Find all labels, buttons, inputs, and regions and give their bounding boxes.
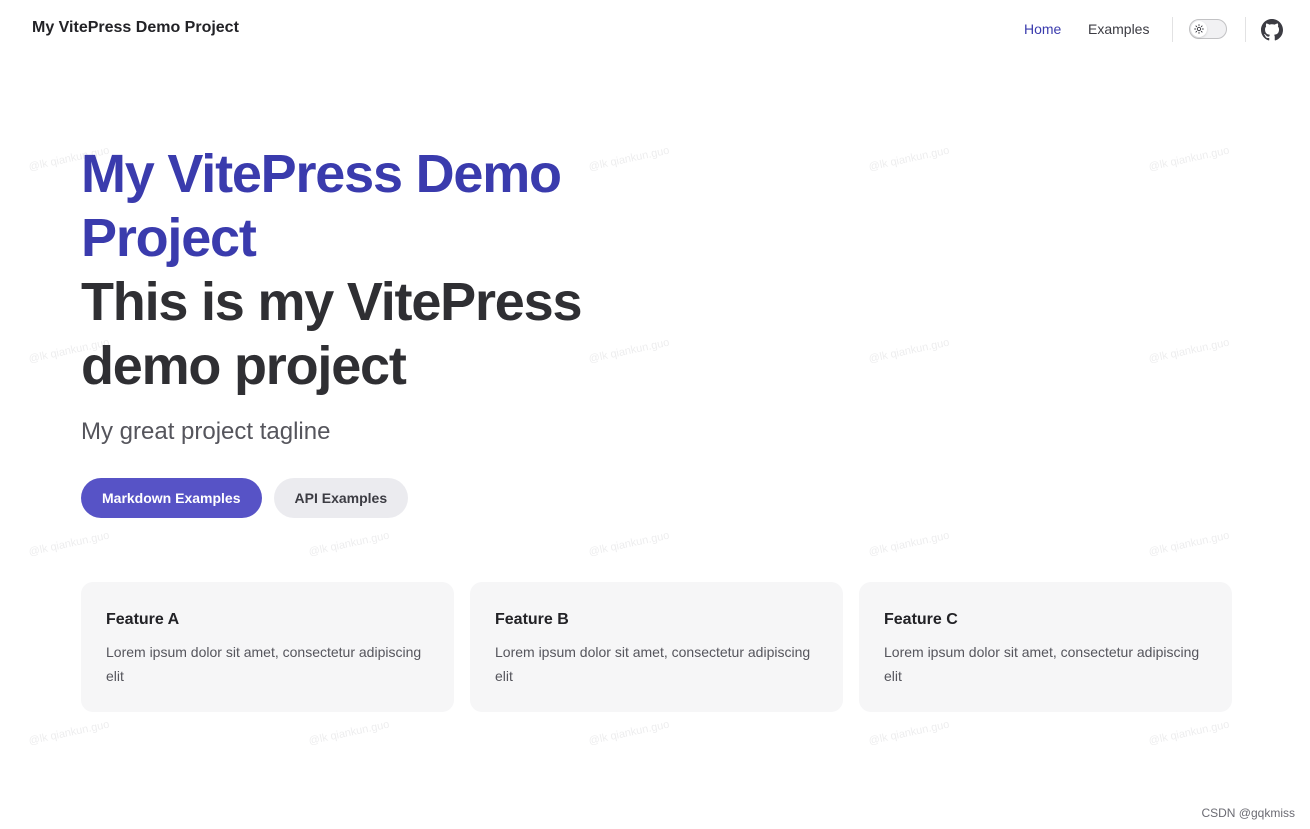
hero-tagline: My great project tagline <box>81 418 331 445</box>
features: Feature A Lorem ipsum dolor sit amet, co… <box>81 582 1232 712</box>
watermark-text: @lk qiankun.guo <box>1147 718 1231 748</box>
navbar: My VitePress Demo Project Home Examples <box>0 0 1310 60</box>
page: @lk qiankun.guo @lk qiankun.guo @lk qian… <box>0 0 1310 829</box>
feature-title: Feature A <box>106 611 180 628</box>
markdown-examples-button[interactable]: Markdown Examples <box>81 478 262 518</box>
nav-divider <box>1245 17 1246 42</box>
watermark-text: @lk qiankun.guo <box>1147 144 1231 174</box>
watermark-text: @lk qiankun.guo <box>307 529 391 559</box>
nav-link-home[interactable]: Home <box>1024 21 1061 37</box>
feature-details: Lorem ipsum dolor sit amet, consectetur … <box>106 644 422 684</box>
watermark-text: @lk qiankun.guo <box>867 529 951 559</box>
watermark-text: @lk qiankun.guo <box>1147 336 1231 366</box>
hero-name: My VitePress Demo Project <box>81 144 562 268</box>
feature-details: Lorem ipsum dolor sit amet, consectetur … <box>495 644 811 684</box>
feature-title: Feature C <box>884 611 958 628</box>
feature-card: Feature C Lorem ipsum dolor sit amet, co… <box>859 582 1232 712</box>
watermark-text: @lk qiankun.guo <box>867 718 951 748</box>
appearance-toggle[interactable] <box>1189 19 1227 39</box>
watermark-text: @lk qiankun.guo <box>27 718 111 748</box>
watermark-text: @lk qiankun.guo <box>587 718 671 748</box>
feature-title: Feature B <box>495 611 569 628</box>
watermark-text: @lk qiankun.guo <box>867 144 951 174</box>
sun-icon <box>1191 21 1207 37</box>
watermark-text: @lk qiankun.guo <box>867 336 951 366</box>
hero-text: This is my VitePress demo project <box>81 272 582 396</box>
api-examples-button[interactable]: API Examples <box>273 478 409 518</box>
hero: My VitePress Demo Project This is my Vit… <box>81 142 641 448</box>
footer-credit: CSDN @gqkmiss <box>1201 806 1295 820</box>
watermark-text: @lk qiankun.guo <box>587 529 671 559</box>
nav-divider <box>1172 17 1173 42</box>
nav-link-examples[interactable]: Examples <box>1088 21 1149 37</box>
watermark-text: @lk qiankun.guo <box>27 529 111 559</box>
site-title-link[interactable]: My VitePress Demo Project <box>32 19 239 37</box>
feature-card: Feature B Lorem ipsum dolor sit amet, co… <box>470 582 843 712</box>
watermark-text: @lk qiankun.guo <box>307 718 391 748</box>
watermark-text: @lk qiankun.guo <box>1147 529 1231 559</box>
feature-details: Lorem ipsum dolor sit amet, consectetur … <box>884 644 1200 684</box>
github-icon[interactable] <box>1261 19 1283 41</box>
hero-actions: Markdown Examples API Examples <box>81 478 409 518</box>
feature-card: Feature A Lorem ipsum dolor sit amet, co… <box>81 582 454 712</box>
